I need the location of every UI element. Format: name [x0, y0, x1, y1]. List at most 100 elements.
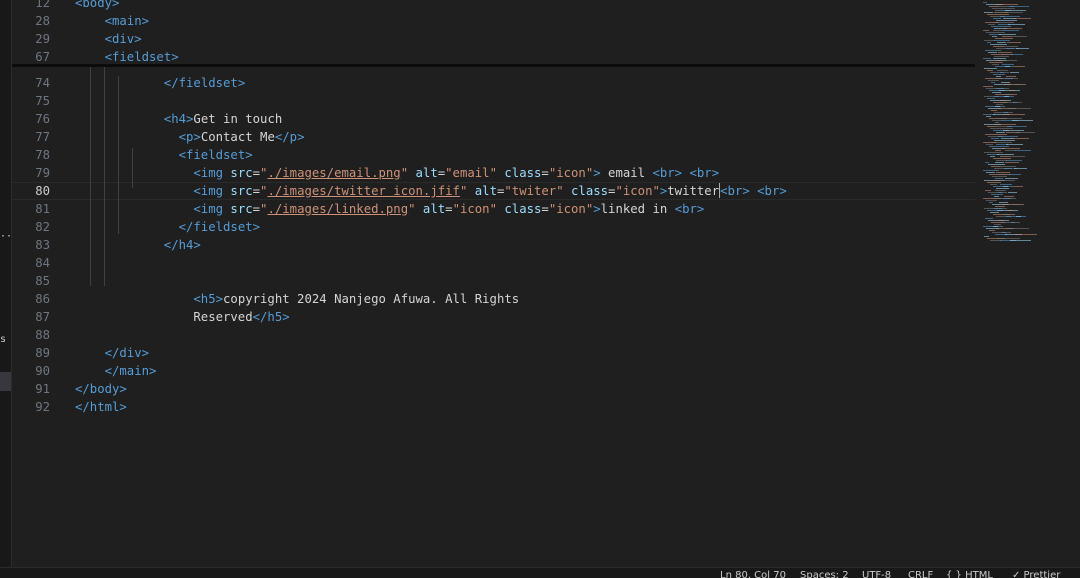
minimap-line	[1003, 46, 1018, 47]
code-token: "icon"	[452, 202, 497, 216]
minimap-line	[1001, 54, 1008, 55]
code-line[interactable]: 29 <div>	[12, 30, 975, 48]
minimap-line	[996, 188, 1009, 189]
code-line[interactable]: 88	[12, 326, 975, 344]
minimap-line	[985, 218, 993, 219]
minimap-line	[989, 202, 993, 203]
code-line[interactable]: 75	[12, 92, 975, 110]
code-token: =	[252, 166, 261, 180]
minimap-line	[994, 180, 1000, 181]
code-token: <p>	[178, 130, 201, 144]
minimap-line	[1015, 234, 1037, 235]
code-text: </fieldset>	[179, 218, 260, 236]
minimap-line	[996, 132, 1005, 133]
minimap-line	[987, 70, 993, 71]
minimap-line	[1003, 198, 1011, 199]
line-number: 76	[35, 112, 50, 126]
line-number: 77	[35, 130, 50, 144]
code-token: </fieldset>	[178, 220, 261, 234]
code-line[interactable]: 91 </body>	[12, 380, 975, 398]
line-number: 85	[35, 274, 50, 288]
minimap-line	[998, 220, 1004, 221]
minimap-line	[998, 192, 1002, 193]
line-number: 87	[35, 310, 50, 324]
code-token: alt	[415, 202, 446, 216]
minimap-line	[995, 122, 999, 123]
code-line[interactable]: 78 <fieldset>	[12, 146, 975, 164]
code-line[interactable]: 28 <main>	[12, 12, 975, 30]
code-token: <main>	[104, 14, 150, 28]
minimap-line	[1001, 166, 1016, 167]
minimap-line	[992, 92, 1001, 93]
code-token: >	[593, 166, 601, 180]
minimap-line	[1009, 6, 1029, 7]
code-line[interactable]: 12 <body>	[12, 0, 975, 12]
sidebar-selected-item[interactable]	[0, 372, 11, 391]
minimap-line	[995, 150, 1001, 151]
code-token: copyright 2024 Nanjego Afuwa. All Rights	[223, 292, 520, 306]
code-text: <img src="./images/linked.png" alt="icon…	[193, 200, 704, 218]
minimap-line	[994, 196, 999, 197]
code-line[interactable]: 84	[12, 254, 975, 272]
minimap-line	[989, 230, 995, 231]
minimap-line	[986, 32, 1005, 33]
code-token: class	[563, 184, 609, 198]
minimap-line	[996, 4, 1018, 5]
minimap-line	[984, 236, 989, 237]
code-token: <img	[193, 166, 231, 180]
code-token: ./images/twitter icon.jfif	[267, 184, 460, 198]
line-number: 83	[35, 238, 50, 252]
minimap-line	[989, 62, 1003, 63]
minimap-line	[998, 136, 1018, 137]
minimap-line	[996, 104, 1003, 105]
code-line[interactable]: 83 </h4>	[12, 236, 975, 254]
code-token: =	[252, 184, 261, 198]
code-text: </body>	[75, 380, 127, 398]
code-line[interactable]: 77 <p>Contact Me</p>	[12, 128, 975, 146]
code-line[interactable]: 90 </main>	[12, 362, 975, 380]
minimap-line	[997, 42, 1006, 43]
code-editor[interactable]: 74 </fieldset> 75 76 <h4>Get in touch 77 <p>Co…	[12, 0, 975, 567]
code-line[interactable]: 79 <img src="./images/email.png" alt="ema…	[12, 164, 975, 182]
code-line[interactable]: 81 <img src="./images/linked.png" alt="ic…	[12, 200, 975, 218]
minimap-line	[985, 162, 989, 163]
code-text: </div>	[105, 344, 149, 362]
line-number: 90	[35, 364, 50, 378]
minimap-line	[991, 110, 997, 111]
minimap-line	[989, 146, 1009, 147]
minimap-line	[1002, 36, 1012, 37]
minimap-line	[1003, 214, 1010, 215]
minimap-line	[992, 64, 999, 65]
minimap-line	[1004, 112, 1008, 113]
sticky-scroll-header[interactable]: 12 <body> 28 <main> 29 <div> 67 <fieldset>	[12, 0, 975, 64]
code-token: class	[496, 166, 542, 180]
code-token: Reserved	[193, 310, 253, 324]
minimap-line	[1005, 162, 1019, 163]
minimap-line	[988, 52, 997, 53]
code-line[interactable]: 89 </div>	[12, 344, 975, 362]
minimap-line	[984, 68, 997, 69]
line-number: 28	[35, 14, 50, 28]
minimap-line	[1003, 30, 1019, 31]
code-line[interactable]: 92 </html>	[12, 398, 975, 416]
code-text: </main>	[105, 362, 157, 380]
code-line[interactable]: 86 <h5>copyright 2024 Nanjego Afuwa. All …	[12, 290, 975, 308]
more-icon[interactable]: ··	[0, 232, 12, 242]
minimap-line	[984, 12, 993, 13]
code-line[interactable]: 87 Reserved</h5>	[12, 308, 975, 326]
code-text: <div>	[105, 30, 142, 48]
code-token: </body>	[75, 382, 127, 396]
code-line[interactable]: 85	[12, 272, 975, 290]
code-line[interactable]: 80 <img src="./images/twitter icon.jfif" …	[12, 182, 975, 200]
minimap[interactable]	[975, 0, 1080, 567]
minimap-line	[1002, 64, 1014, 65]
code-line[interactable]: 74 </fieldset>	[12, 74, 975, 92]
minimap-line	[1004, 96, 1009, 97]
code-line[interactable]: 76 <h4>Get in touch	[12, 110, 975, 128]
minimap-line	[995, 22, 1014, 23]
minimap-line	[983, 86, 993, 87]
code-token: </div>	[104, 346, 150, 360]
minimap-line	[1010, 240, 1031, 241]
code-line[interactable]: 82 </fieldset>	[12, 218, 975, 236]
code-text: <body>	[75, 0, 119, 12]
